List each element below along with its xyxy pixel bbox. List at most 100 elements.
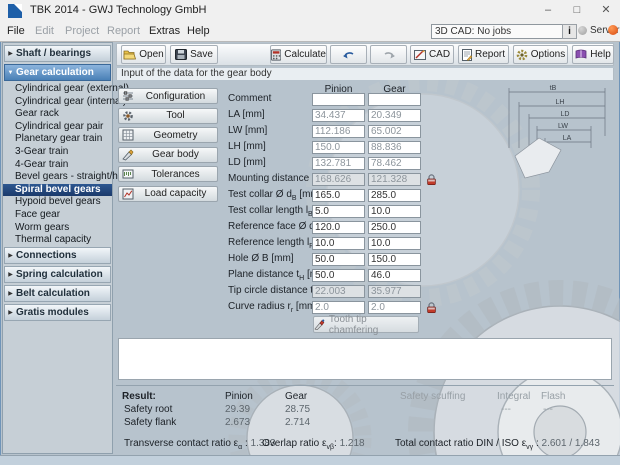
help-book-icon: [575, 49, 587, 59]
cad-status-indicator: [578, 26, 587, 35]
pinion-field[interactable]: [312, 173, 365, 186]
gear-field[interactable]: [368, 301, 421, 314]
gear-field[interactable]: [368, 189, 421, 202]
lock-icon[interactable]: [426, 302, 438, 314]
pinion-field[interactable]: [312, 253, 365, 266]
menu-edit[interactable]: Edit: [32, 24, 57, 38]
form-row: Plane distance tH [mm]: [0, 268, 620, 284]
pinion-field[interactable]: [312, 237, 365, 250]
pinion-field[interactable]: [312, 221, 365, 234]
gear-field[interactable]: [368, 237, 421, 250]
minimize-button[interactable]: –: [533, 0, 563, 21]
report-button[interactable]: Report: [458, 45, 509, 64]
form-row: Hole Ø B [mm]: [0, 252, 620, 268]
tbk-application-window: TBK 2014 - GWJ Technology GmbH – □ ✕ Fil…: [0, 0, 620, 465]
gear-field[interactable]: [368, 253, 421, 266]
pinion-field[interactable]: [312, 205, 365, 218]
undo-arrow-icon: [342, 51, 353, 58]
transverse-contact-ratio: Transverse contact ratio εα : 1.383: [124, 438, 276, 451]
menu-help[interactable]: Help: [184, 24, 213, 38]
gear-field[interactable]: [368, 125, 421, 138]
server-status-indicator: [608, 25, 618, 35]
pinion-field[interactable]: [312, 109, 365, 122]
result-title: Result:: [122, 391, 156, 402]
help-button[interactable]: Help: [572, 45, 614, 64]
sidebar-section-header[interactable]: Shaft / bearings: [4, 45, 111, 62]
form-row: Test collar length lB [mm]: [0, 204, 620, 220]
message-box: [118, 338, 612, 380]
safety-root-flash: ---: [543, 404, 553, 415]
form-row: LH [mm]: [0, 140, 620, 156]
save-floppy-icon: [175, 49, 188, 60]
pinion-field[interactable]: [312, 189, 365, 202]
pinion-field[interactable]: [312, 157, 365, 170]
cad-status-field: 3D CAD: No jobs: [431, 24, 567, 39]
gear-field[interactable]: [368, 285, 421, 298]
gear-field[interactable]: [368, 157, 421, 170]
lock-icon[interactable]: [426, 174, 438, 186]
field-label: Test collar Ø dB [mm]: [228, 189, 322, 202]
safety-flank-label: Safety flank: [124, 417, 177, 428]
open-button[interactable]: Open: [121, 45, 166, 64]
gear-field[interactable]: [368, 93, 421, 106]
redo-button[interactable]: [370, 45, 407, 64]
safety-flank-pinion: 2.673: [225, 417, 251, 428]
sidebar-section-header[interactable]: Gear calculation: [4, 64, 111, 81]
safety-root-label: Safety root: [124, 404, 173, 415]
menu-extras[interactable]: Extras: [146, 24, 183, 38]
safety-root-gear: 28.75: [285, 404, 311, 415]
gear-field[interactable]: [368, 269, 421, 282]
maximize-button[interactable]: □: [562, 0, 592, 21]
gear-field[interactable]: [368, 109, 421, 122]
overlap-ratio: Overlap ratio εvβ: 1.218: [262, 438, 365, 451]
field-label: Curve radius rr [mm]: [228, 301, 319, 314]
pinion-field[interactable]: [312, 269, 365, 282]
cad-label: CAD: [428, 49, 451, 60]
safety-root-integral: ---: [501, 404, 511, 415]
form-row: LW [mm]: [0, 124, 620, 140]
app-logo-icon: [8, 4, 22, 18]
open-folder-icon: [123, 50, 137, 60]
gear-field[interactable]: [368, 141, 421, 154]
field-label: LH [mm]: [228, 141, 266, 152]
calculate-button[interactable]: Calculate: [270, 45, 327, 64]
save-label: Save: [190, 49, 213, 60]
result-panel: Result: Pinion Gear Safety scuffing Inte…: [116, 385, 614, 454]
options-button[interactable]: Options: [513, 45, 568, 64]
pinion-field[interactable]: [312, 125, 365, 138]
menu-report[interactable]: Report: [104, 24, 143, 38]
form-row: Reference face Ø dR [mm]: [0, 220, 620, 236]
gear-field[interactable]: [368, 173, 421, 186]
svg-text:tB: tB: [550, 85, 557, 92]
cad-button[interactable]: CAD: [410, 45, 454, 64]
form-row: Mounting distance tB [mm]: [0, 172, 620, 188]
form-row: Reference length lR [mm]: [0, 236, 620, 252]
gear-field[interactable]: [368, 221, 421, 234]
toolbar: Open Save Calculate CAD Report Options H…: [116, 43, 614, 66]
options-label: Options: [530, 49, 566, 60]
pinion-field[interactable]: [312, 301, 365, 314]
redo-arrow-icon: [384, 51, 395, 58]
safety-root-pinion: 29.39: [225, 404, 251, 415]
pinion-field[interactable]: [312, 93, 365, 106]
menu-project[interactable]: Project: [62, 24, 102, 38]
undo-button[interactable]: [330, 45, 367, 64]
options-gear-icon: [516, 49, 528, 60]
save-button[interactable]: Save: [170, 45, 218, 64]
close-button[interactable]: ✕: [591, 0, 620, 21]
result-header-integral: Integral: [497, 391, 531, 402]
safety-flank-gear: 2.714: [285, 417, 311, 428]
field-label: LD [mm]: [228, 157, 266, 168]
tooth-tip-chamfering-button[interactable]: Tooth tip chamfering: [313, 314, 419, 336]
gear-field[interactable]: [368, 205, 421, 218]
field-label: Comment: [228, 93, 272, 104]
info-button[interactable]: i: [562, 24, 577, 39]
pinion-field[interactable]: [312, 285, 365, 298]
menu-bar: File Edit Project Report Extras Help 3D …: [0, 22, 620, 42]
chamfer-icon: [314, 319, 325, 330]
menu-file[interactable]: File: [4, 24, 28, 38]
form-row: Curve radius rr [mm]: [0, 300, 620, 316]
pinion-field[interactable]: [312, 141, 365, 154]
help-label: Help: [590, 49, 611, 60]
total-contact-ratio: Total contact ratio DIN / ISO εvγ : 2.60…: [395, 438, 600, 451]
